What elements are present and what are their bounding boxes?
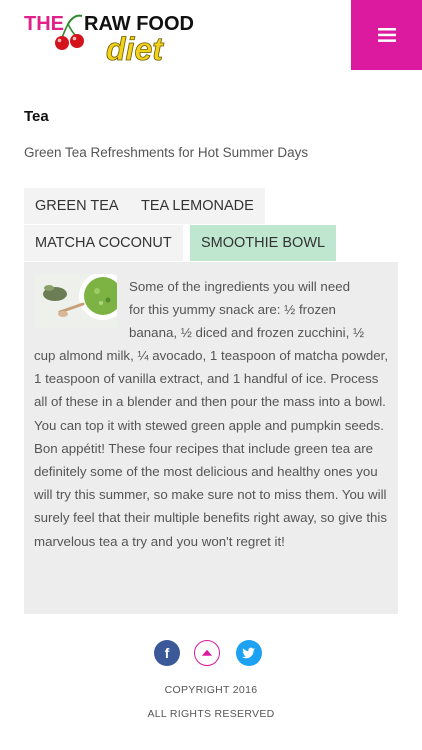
menu-button[interactable] [351, 0, 422, 70]
rights-reserved-text: ALL RIGHTS RESERVED [147, 708, 275, 720]
tab-tea-lemonade[interactable]: TEA LEMONADE [130, 188, 265, 224]
site-logo[interactable]: THE RAW FOOD diet [24, 10, 204, 70]
scroll-to-top-icon [201, 649, 213, 656]
header: THE RAW FOOD diet [0, 0, 422, 70]
tab-content-panel: Some of the ingredients you will need fo… [24, 262, 398, 614]
logo-diet: diet [106, 31, 164, 67]
facebook-button[interactable]: f [154, 640, 180, 666]
page-title: Tea [24, 108, 49, 125]
copyright-text: COPYRIGHT 2016 [164, 684, 258, 696]
content-text-top: Some of the ingredients you will need fo… [129, 279, 365, 341]
logo-the: THE [24, 13, 64, 35]
tab-green-tea[interactable]: GREEN TEA [24, 188, 130, 224]
facebook-icon: f [165, 645, 170, 661]
tab-smoothie-bowl[interactable]: SMOOTHIE BOWL [190, 225, 337, 261]
svg-text:f: f [165, 645, 170, 661]
content-text-body: cup almond milk, ¼ avocado, 1 teaspoon o… [34, 348, 389, 549]
smoothie-bowl-image [35, 274, 117, 328]
tab-matcha-coconut[interactable]: MATCHA COCONUT [24, 225, 183, 261]
hamburger-menu-icon [377, 28, 396, 42]
twitter-button[interactable] [236, 640, 262, 666]
page-subtitle: Green Tea Refreshments for Hot Summer Da… [24, 145, 309, 160]
scroll-to-top-button[interactable] [194, 640, 220, 666]
twitter-icon [242, 647, 255, 659]
